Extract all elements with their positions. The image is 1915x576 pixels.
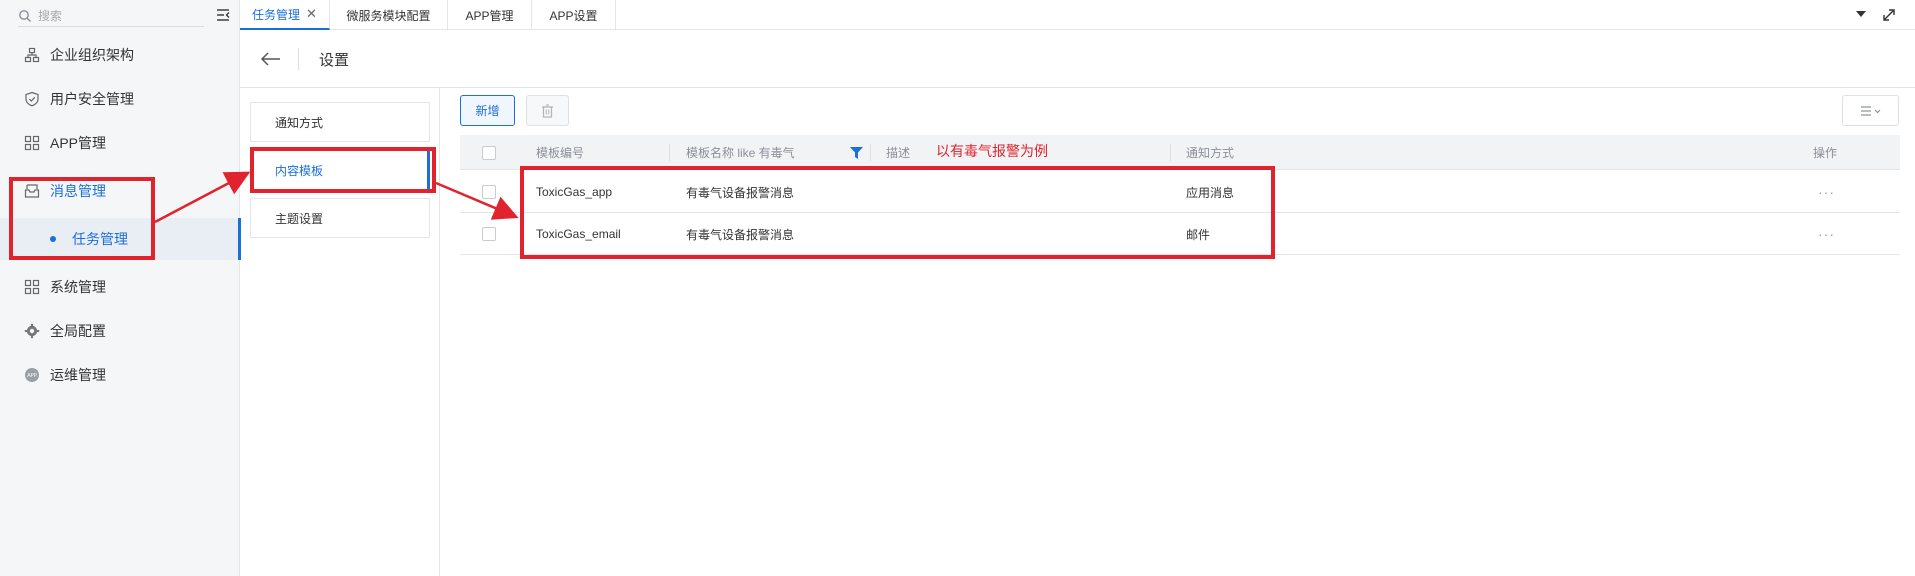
annotation-box-table bbox=[520, 166, 1275, 259]
divider bbox=[298, 48, 299, 70]
column-header-desc: 描述 bbox=[886, 146, 911, 160]
delete-button[interactable] bbox=[526, 95, 569, 126]
table-header: 模板编号 模板名称 like 有毒气 描述 通知方式 操作 bbox=[460, 135, 1900, 170]
more-actions-icon[interactable]: ··· bbox=[1818, 213, 1835, 255]
sidebar-item-label: 系统管理 bbox=[50, 279, 106, 295]
grid-icon bbox=[24, 135, 40, 151]
tab-microservice-config[interactable]: 微服务模块配置 bbox=[330, 0, 448, 30]
column-separator bbox=[669, 144, 670, 161]
annotation-box-sidebar bbox=[9, 177, 155, 260]
sidebar-item-global-config[interactable]: 全局配置 bbox=[0, 309, 240, 353]
page-title: 设置 bbox=[319, 52, 350, 69]
annotation-note: 以有毒气报警为例 bbox=[936, 143, 1048, 159]
column-separator bbox=[1170, 144, 1171, 161]
sidebar-item-label: 运维管理 bbox=[50, 367, 106, 383]
more-actions-icon[interactable]: ··· bbox=[1818, 171, 1835, 213]
column-separator bbox=[870, 144, 871, 161]
collapse-menu-icon[interactable] bbox=[216, 8, 230, 22]
column-header-code: 模板编号 bbox=[536, 146, 585, 160]
tab-label: 任务管理 bbox=[252, 7, 301, 22]
svg-text:APP: APP bbox=[27, 373, 36, 379]
settings-item-label: 通知方式 bbox=[275, 115, 324, 130]
row-select-cell bbox=[482, 171, 496, 213]
search-icon bbox=[19, 9, 31, 22]
org-chart-icon bbox=[24, 47, 40, 63]
page-header: 设置 bbox=[240, 31, 1915, 88]
app-badge-icon: APP bbox=[24, 367, 40, 383]
tab-task-management[interactable]: 任务管理 ✕ bbox=[240, 0, 330, 30]
sidebar-item-system[interactable]: 系统管理 bbox=[0, 265, 240, 309]
trash-icon bbox=[542, 103, 553, 118]
gear-icon bbox=[24, 323, 40, 339]
shield-check-icon bbox=[24, 91, 40, 107]
sidebar-item-ops[interactable]: APP 运维管理 bbox=[0, 353, 240, 397]
settings-item-theme[interactable]: 主题设置 bbox=[250, 198, 430, 238]
column-settings-button[interactable] bbox=[1842, 95, 1899, 126]
sidebar-item-label: 企业组织架构 bbox=[50, 47, 134, 63]
add-button[interactable]: 新增 bbox=[460, 95, 515, 126]
column-header-name: 模板名称 like 有毒气 bbox=[686, 146, 795, 160]
filter-icon[interactable] bbox=[850, 147, 863, 159]
tab-app-settings[interactable]: APP设置 bbox=[532, 0, 616, 30]
grid-icon bbox=[24, 279, 40, 295]
row-select-cell bbox=[482, 213, 496, 255]
select-all-cell bbox=[482, 135, 496, 170]
settings-item-notify-method[interactable]: 通知方式 bbox=[250, 102, 430, 142]
row-checkbox[interactable] bbox=[482, 185, 496, 199]
sidebar-item-label: 全局配置 bbox=[50, 323, 106, 339]
fullscreen-icon[interactable] bbox=[1882, 8, 1896, 22]
tab-label: 微服务模块配置 bbox=[346, 8, 431, 23]
add-button-label: 新增 bbox=[475, 104, 500, 118]
annotation-box-settings bbox=[250, 147, 436, 193]
search-input[interactable]: 搜索 bbox=[38, 7, 62, 24]
tab-label: APP管理 bbox=[465, 8, 514, 23]
row-checkbox[interactable] bbox=[482, 227, 496, 241]
sidebar-item-user-security[interactable]: 用户安全管理 bbox=[0, 77, 240, 121]
search-box[interactable]: 搜索 bbox=[18, 5, 204, 27]
sidebar-item-label: APP管理 bbox=[50, 135, 107, 151]
list-dropdown-icon bbox=[1860, 105, 1880, 116]
close-icon[interactable]: ✕ bbox=[306, 6, 317, 22]
sidebar: 搜索 企业组织架构 用户安全管理 APP管理 消息管理 任务管理 系统管理 全局… bbox=[0, 0, 241, 576]
settings-item-label: 主题设置 bbox=[275, 211, 324, 226]
caret-down-icon[interactable] bbox=[1855, 8, 1867, 20]
column-header-method: 通知方式 bbox=[1186, 146, 1235, 160]
back-arrow-icon[interactable] bbox=[260, 49, 282, 69]
select-all-checkbox[interactable] bbox=[482, 145, 496, 160]
tab-app-management[interactable]: APP管理 bbox=[448, 0, 532, 30]
sidebar-item-app[interactable]: APP管理 bbox=[0, 121, 240, 165]
sidebar-item-label: 用户安全管理 bbox=[50, 91, 134, 107]
tab-label: APP设置 bbox=[549, 8, 598, 23]
column-header-action: 操作 bbox=[1813, 146, 1838, 160]
tab-bar: 任务管理 ✕ 微服务模块配置 APP管理 APP设置 bbox=[240, 0, 1915, 30]
sidebar-item-org[interactable]: 企业组织架构 bbox=[0, 33, 240, 77]
